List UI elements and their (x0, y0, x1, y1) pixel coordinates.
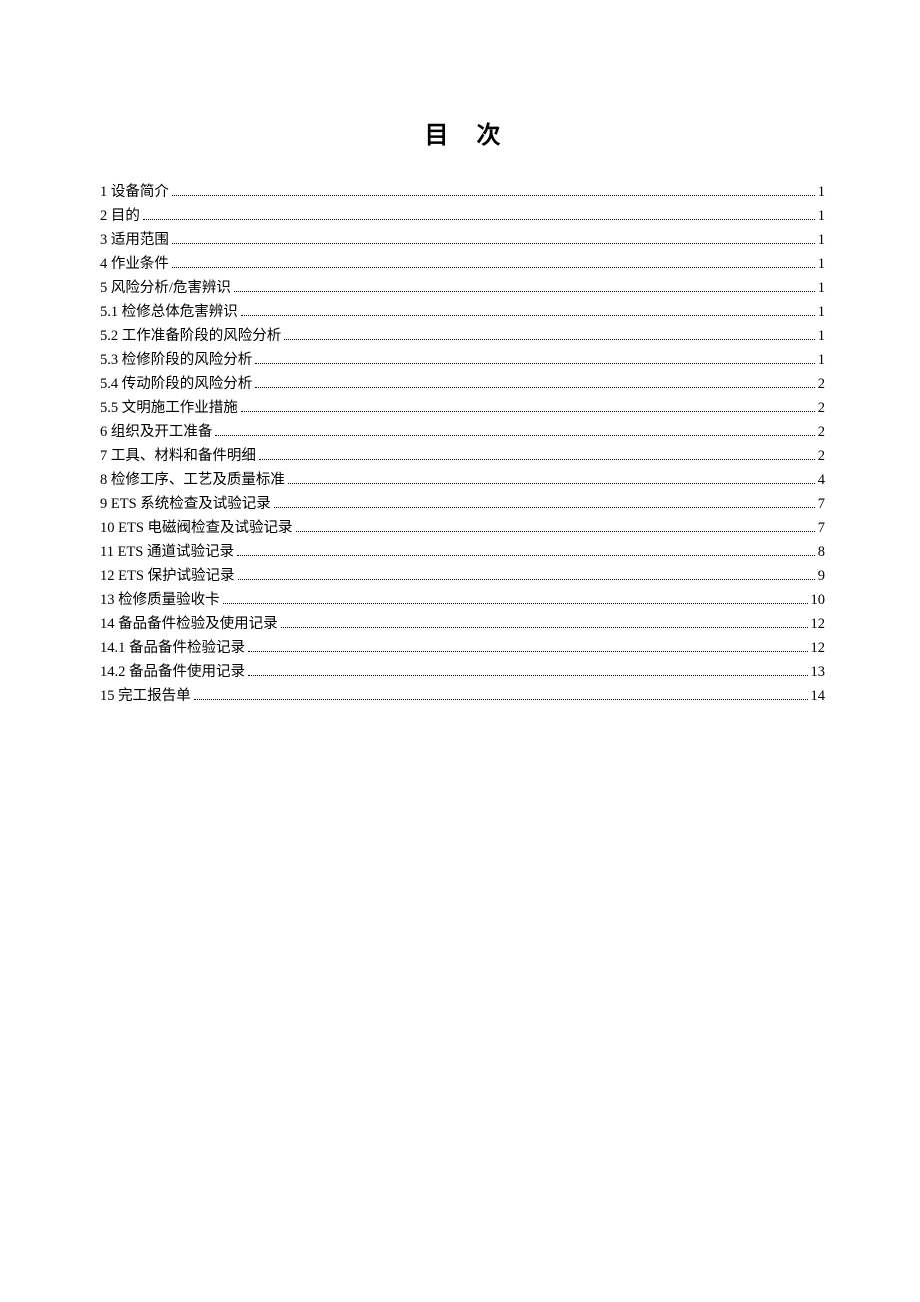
toc-entry-label: 4 作业条件 (100, 252, 169, 276)
toc-entry: 5.3 检修阶段的风险分析 1 (100, 348, 825, 372)
toc-list: 1 设备简介12 目的13 适用范围14 作业条件15 风险分析/危害辨识15.… (100, 180, 825, 708)
toc-entry-label: 10 ETS 电磁阀检查及试验记录 (100, 516, 293, 540)
toc-leader-dots (223, 603, 808, 604)
toc-leader-dots (238, 579, 815, 580)
toc-leader-dots (296, 531, 815, 532)
toc-entry: 8 检修工序、工艺及质量标准 4 (100, 468, 825, 492)
toc-leader-dots (259, 459, 815, 460)
toc-entry: 1 设备简介 1 (100, 180, 825, 204)
toc-leader-dots (274, 507, 815, 508)
toc-leader-dots (215, 435, 814, 436)
toc-leader-dots (241, 315, 815, 316)
toc-entry-page: 12 (811, 612, 826, 636)
toc-entry-page: 4 (818, 468, 825, 492)
toc-entry-label: 5 风险分析/危害辨识 (100, 276, 231, 300)
toc-entry: 14.1 备品备件检验记录 12 (100, 636, 825, 660)
toc-entry-page: 13 (811, 660, 826, 684)
toc-entry: 3 适用范围 1 (100, 228, 825, 252)
toc-entry-label: 5.2 工作准备阶段的风险分析 (100, 324, 281, 348)
toc-entry-page: 1 (818, 276, 825, 300)
toc-entry: 5.4 传动阶段的风险分析 2 (100, 372, 825, 396)
toc-entry-page: 8 (818, 540, 825, 564)
toc-leader-dots (237, 555, 815, 556)
toc-entry-page: 14 (811, 684, 826, 708)
toc-entry-label: 8 检修工序、工艺及质量标准 (100, 468, 285, 492)
toc-entry-label: 1 设备简介 (100, 180, 169, 204)
toc-leader-dots (241, 411, 815, 412)
toc-leader-dots (234, 291, 815, 292)
toc-entry-label: 11 ETS 通道试验记录 (100, 540, 234, 564)
toc-entry: 2 目的 1 (100, 204, 825, 228)
toc-entry-label: 5.4 传动阶段的风险分析 (100, 372, 252, 396)
toc-entry-page: 1 (818, 204, 825, 228)
toc-leader-dots (172, 243, 815, 244)
toc-leader-dots (248, 651, 808, 652)
toc-entry-page: 7 (818, 492, 825, 516)
toc-leader-dots (255, 363, 815, 364)
toc-entry-page: 1 (818, 228, 825, 252)
toc-entry: 7 工具、材料和备件明细 2 (100, 444, 825, 468)
toc-entry: 4 作业条件 1 (100, 252, 825, 276)
toc-entry-label: 9 ETS 系统检查及试验记录 (100, 492, 271, 516)
toc-entry-page: 2 (818, 372, 825, 396)
toc-leader-dots (284, 339, 815, 340)
toc-entry-label: 13 检修质量验收卡 (100, 588, 220, 612)
toc-entry: 5 风险分析/危害辨识 1 (100, 276, 825, 300)
toc-entry-label: 7 工具、材料和备件明细 (100, 444, 256, 468)
toc-leader-dots (172, 267, 815, 268)
toc-entry-label: 15 完工报告单 (100, 684, 191, 708)
toc-entry-label: 14.1 备品备件检验记录 (100, 636, 245, 660)
toc-entry-label: 5.1 检修总体危害辨识 (100, 300, 238, 324)
toc-leader-dots (288, 483, 815, 484)
toc-entry-page: 7 (818, 516, 825, 540)
toc-entry-page: 1 (818, 180, 825, 204)
toc-entry-label: 5.3 检修阶段的风险分析 (100, 348, 252, 372)
toc-entry-page: 9 (818, 564, 825, 588)
toc-entry-label: 14.2 备品备件使用记录 (100, 660, 245, 684)
toc-entry-label: 6 组织及开工准备 (100, 420, 212, 444)
toc-entry: 5.5 文明施工作业措施 2 (100, 396, 825, 420)
toc-entry: 15 完工报告单 14 (100, 684, 825, 708)
toc-entry-label: 3 适用范围 (100, 228, 169, 252)
toc-entry-page: 1 (818, 252, 825, 276)
toc-leader-dots (143, 219, 815, 220)
toc-entry-page: 2 (818, 444, 825, 468)
toc-entry: 14.2 备品备件使用记录 13 (100, 660, 825, 684)
toc-entry: 10 ETS 电磁阀检查及试验记录 7 (100, 516, 825, 540)
toc-entry-label: 5.5 文明施工作业措施 (100, 396, 238, 420)
toc-entry: 13 检修质量验收卡 10 (100, 588, 825, 612)
toc-entry-page: 1 (818, 300, 825, 324)
toc-leader-dots (172, 195, 815, 196)
toc-entry-page: 2 (818, 396, 825, 420)
toc-leader-dots (281, 627, 808, 628)
toc-entry-page: 2 (818, 420, 825, 444)
toc-entry: 9 ETS 系统检查及试验记录 7 (100, 492, 825, 516)
toc-entry: 6 组织及开工准备 2 (100, 420, 825, 444)
toc-title: 目次 (100, 115, 825, 150)
toc-entry: 5.2 工作准备阶段的风险分析 1 (100, 324, 825, 348)
toc-entry: 5.1 检修总体危害辨识 1 (100, 300, 825, 324)
toc-leader-dots (255, 387, 815, 388)
toc-entry-label: 2 目的 (100, 204, 140, 228)
toc-entry: 12 ETS 保护试验记录 9 (100, 564, 825, 588)
toc-leader-dots (248, 675, 808, 676)
toc-entry-page: 1 (818, 324, 825, 348)
toc-entry-page: 1 (818, 348, 825, 372)
toc-entry: 11 ETS 通道试验记录 8 (100, 540, 825, 564)
toc-entry-label: 14 备品备件检验及使用记录 (100, 612, 278, 636)
toc-entry-page: 12 (811, 636, 826, 660)
toc-entry-label: 12 ETS 保护试验记录 (100, 564, 235, 588)
toc-entry: 14 备品备件检验及使用记录 12 (100, 612, 825, 636)
toc-leader-dots (194, 699, 808, 700)
toc-entry-page: 10 (811, 588, 826, 612)
